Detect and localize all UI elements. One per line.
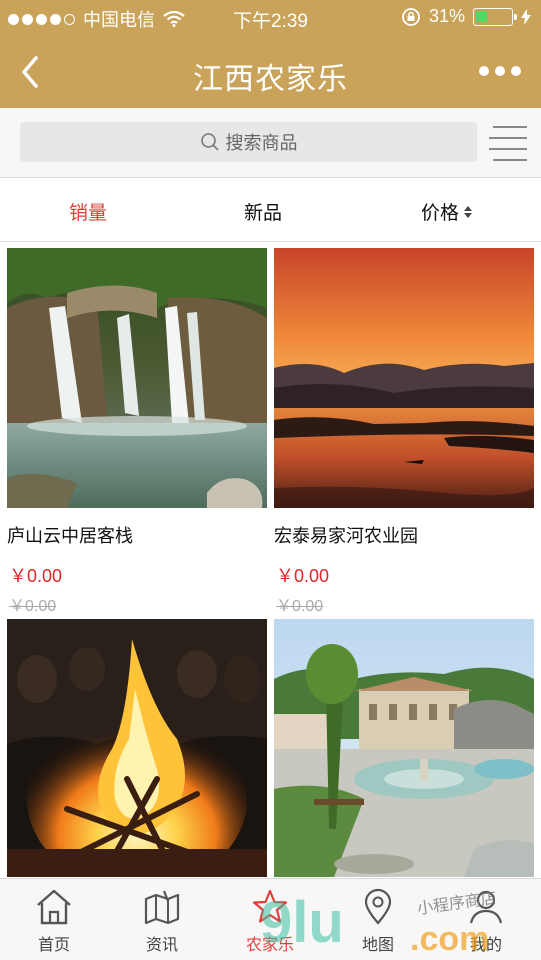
search-bar: 搜索商品	[0, 108, 541, 178]
charging-icon	[521, 8, 531, 25]
tab-news[interactable]: 资讯	[108, 887, 216, 955]
tab-profile-label: 我的	[469, 937, 502, 954]
search-icon	[200, 133, 219, 151]
sort-tab-new[interactable]: 新品	[244, 198, 282, 225]
sort-bar: 销量 新品 价格	[0, 178, 541, 242]
tab-map-label: 地图	[361, 937, 394, 954]
header-bar: 中国电信 下午2:39 31% 江西农家乐	[0, 0, 541, 108]
list-menu-icon[interactable]	[487, 126, 527, 161]
star-icon	[252, 889, 288, 923]
page-title: 江西农家乐	[193, 63, 348, 96]
search-placeholder: 搜索商品	[225, 133, 298, 153]
product-original-price: ￥0.00	[9, 598, 57, 615]
news-icon	[144, 890, 180, 925]
product-image-bonfire[interactable]	[7, 619, 267, 877]
tab-bar: 首页 资讯 农家乐 地图 我的	[0, 878, 541, 960]
sort-tab-sales[interactable]: 销量	[69, 198, 107, 225]
product-image-villa-garden[interactable]	[274, 619, 534, 877]
navigation-bar: 江西农家乐	[0, 40, 541, 104]
tab-profile[interactable]: 我的	[432, 887, 540, 955]
battery-icon	[473, 7, 517, 26]
search-input[interactable]: 搜索商品	[20, 122, 477, 162]
tab-home[interactable]: 首页	[0, 887, 108, 955]
home-icon	[37, 889, 71, 925]
tab-home-label: 首页	[37, 937, 70, 954]
product-name[interactable]: 庐山云中居客栈	[7, 522, 133, 548]
status-bar: 中国电信 下午2:39 31%	[0, 0, 541, 36]
product-name[interactable]: 宏泰易家河农业园	[274, 522, 418, 548]
tab-farmhouse-label: 农家乐	[245, 937, 294, 954]
user-icon	[469, 890, 503, 924]
product-price: ￥0.00	[276, 566, 330, 586]
product-original-price: ￥0.00	[276, 598, 324, 615]
sort-arrows-icon	[464, 205, 473, 218]
tab-map[interactable]: 地图	[324, 887, 432, 955]
product-price: ￥0.00	[9, 566, 63, 586]
tab-news-label: 资讯	[145, 937, 178, 954]
tab-farmhouse[interactable]: 农家乐	[216, 887, 324, 955]
product-image-sunset-lake[interactable]	[274, 248, 534, 508]
battery-percent: 31%	[428, 6, 465, 26]
more-icon[interactable]	[479, 66, 521, 76]
map-pin-icon	[364, 888, 392, 925]
product-image-waterfall[interactable]	[7, 248, 267, 508]
sort-tab-price-label: 价格	[421, 203, 460, 224]
sort-tab-price[interactable]: 价格	[421, 198, 473, 225]
rotation-lock-icon	[402, 7, 420, 26]
